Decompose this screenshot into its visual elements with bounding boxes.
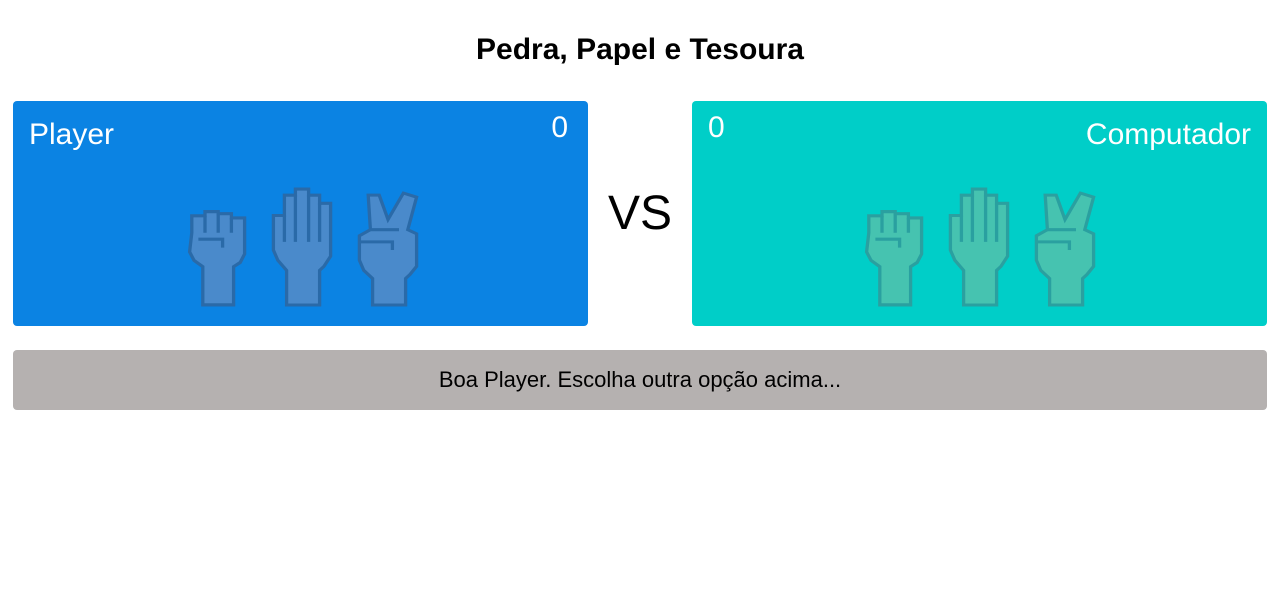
vs-label: VS	[607, 187, 673, 240]
page-title: Pedra, Papel e Tesoura	[476, 33, 804, 66]
computer-choices	[860, 185, 1100, 311]
computer-name: Computador	[1085, 118, 1251, 151]
player-panel: Player 0	[13, 101, 588, 326]
rock-icon	[187, 210, 247, 307]
scissors-icon	[1034, 191, 1096, 307]
scissors-icon	[357, 191, 419, 307]
status-message: Boa Player. Escolha outra opção acima...	[13, 350, 1267, 410]
computer-score: 0	[708, 111, 725, 144]
computer-paper	[946, 185, 1012, 307]
computer-rock	[860, 201, 926, 307]
player-choices	[183, 185, 423, 311]
player-paper-button[interactable]	[269, 185, 335, 307]
player-scissors-button[interactable]	[355, 189, 421, 307]
player-score: 0	[551, 111, 568, 144]
rock-icon	[864, 210, 924, 307]
computer-panel: 0 Computador	[692, 101, 1267, 326]
player-name: Player	[29, 118, 115, 151]
computer-scissors	[1032, 189, 1098, 307]
paper-icon	[271, 187, 333, 307]
paper-icon	[948, 187, 1010, 307]
player-rock-button[interactable]	[183, 201, 249, 307]
